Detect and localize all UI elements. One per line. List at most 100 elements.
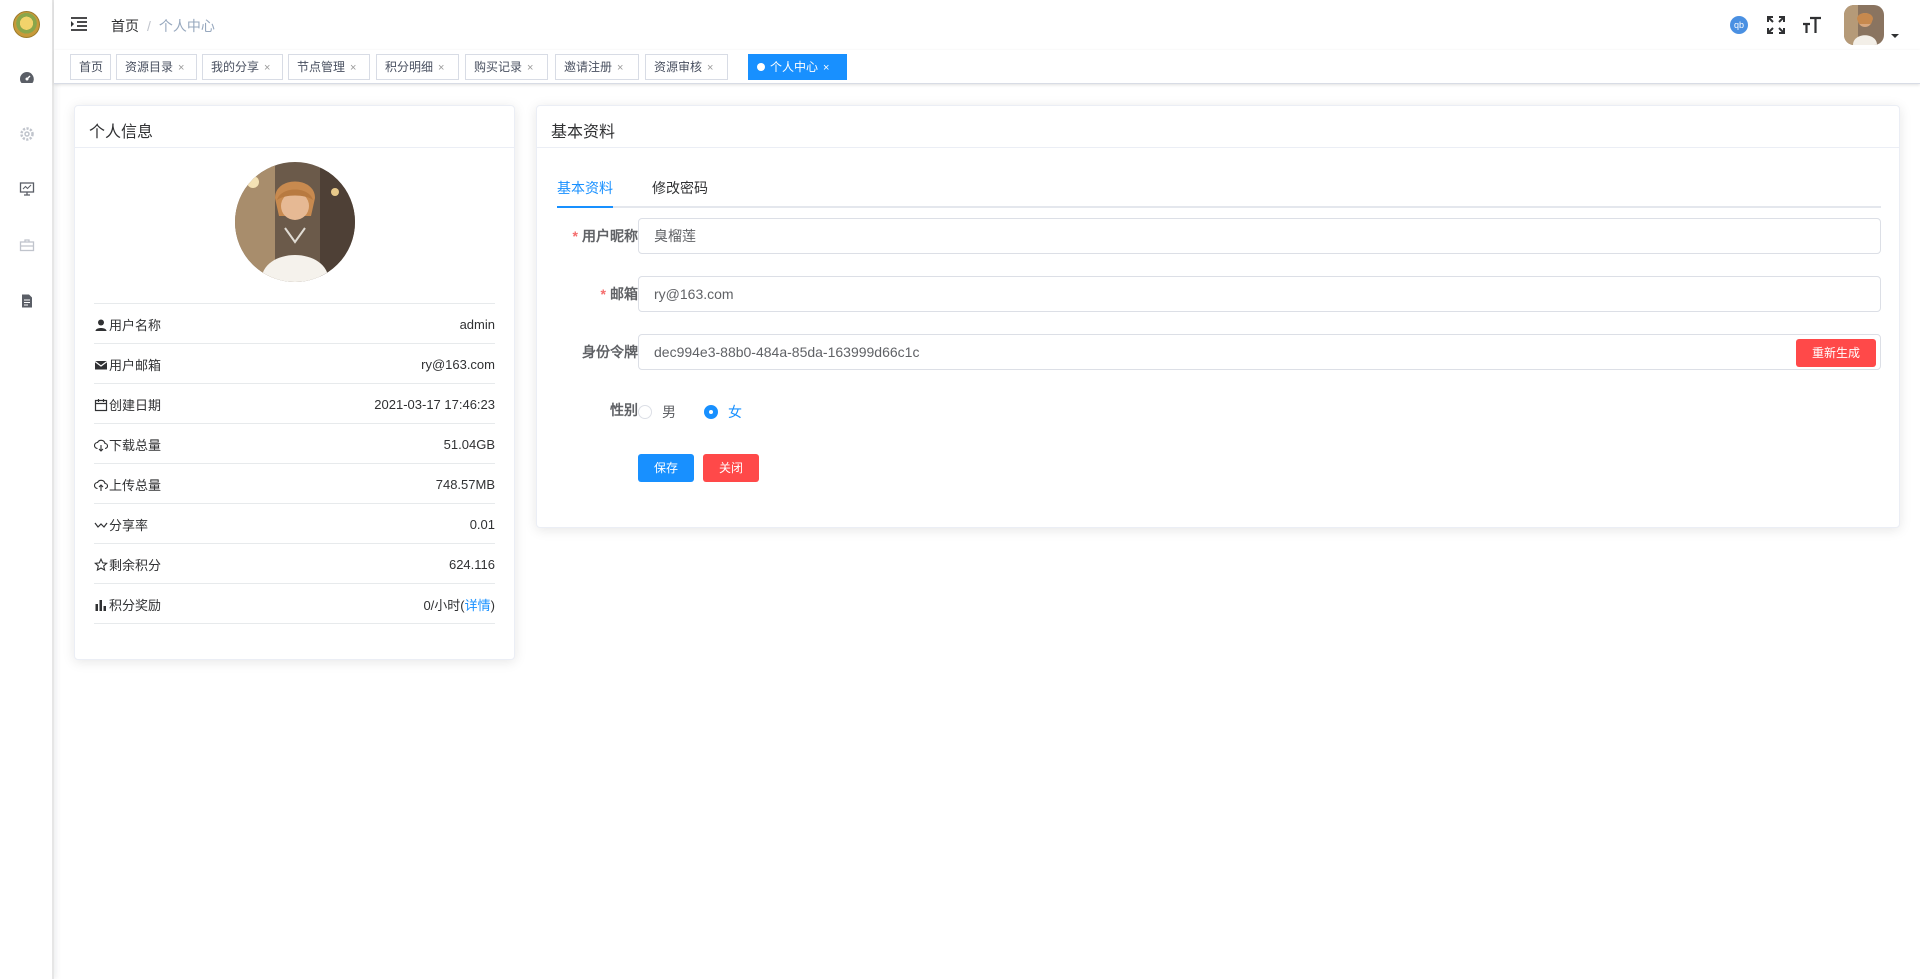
close-button[interactable]: 关闭 (703, 454, 759, 482)
required-mark: * (572, 228, 578, 244)
document-icon[interactable] (19, 293, 35, 309)
bar-chart-icon (94, 598, 108, 612)
nickname-row: * 用户昵称 臭榴莲 (557, 218, 1881, 254)
info-label-text: 剩余积分 (109, 558, 162, 573)
mail-icon (94, 358, 108, 372)
info-value: 51.04GB (443, 437, 495, 452)
close-icon[interactable]: × (617, 62, 623, 74)
tag-my-shares[interactable]: 我的分享 × (202, 54, 283, 80)
gender-radio-female[interactable]: 女 (704, 402, 742, 422)
logo[interactable] (13, 11, 40, 38)
info-label-text: 用户名称 (109, 318, 162, 333)
gender-label: 性别 (610, 402, 638, 418)
list-item: 用户名称 admin (94, 304, 495, 344)
token-label: 身份令牌 (582, 344, 638, 360)
radio-label: 男 (662, 404, 676, 420)
dashboard-icon[interactable] (19, 70, 35, 86)
required-mark: * (600, 286, 606, 302)
tag-label: 首页 (79, 60, 104, 74)
tag-label: 资源审核 (654, 60, 703, 74)
email-label: * 邮箱 (557, 276, 638, 312)
tag-personal-center[interactable]: 个人中心 × (748, 54, 847, 80)
list-item: 分享率 0.01 (94, 504, 495, 544)
tag-purchase-records[interactable]: 购买记录 × (465, 54, 548, 80)
regenerate-token-button[interactable]: 重新生成 (1796, 339, 1876, 367)
info-label: 剩余积分 (94, 555, 161, 574)
info-value: 624.116 (448, 557, 495, 572)
close-icon[interactable]: × (264, 62, 270, 74)
basic-info-card-title: 基本资料 (537, 106, 1899, 148)
info-label: 积分奖励 (94, 595, 161, 614)
save-button[interactable]: 保存 (638, 454, 694, 482)
navbar: 首页 / 个人中心 qb (54, 0, 1920, 50)
breadcrumb-current: 个人中心 (158, 18, 215, 34)
close-icon[interactable]: × (178, 62, 184, 74)
nickname-label: * 用户昵称 (557, 218, 638, 254)
tag-invite-register[interactable]: 邀请注册 × (555, 54, 639, 80)
info-value: ry@163.com (421, 357, 495, 372)
link-close-paren: ) (490, 598, 495, 613)
gender-radio-male[interactable]: 男 (638, 402, 676, 422)
font-size-icon[interactable] (1802, 15, 1822, 35)
monitor-icon[interactable] (19, 181, 35, 197)
tag-node-management[interactable]: 节点管理 × (288, 54, 370, 80)
info-label-text: 积分奖励 (109, 598, 162, 613)
info-value: 0.01 (469, 517, 495, 532)
list-item: 剩余积分 624.116 (94, 544, 495, 584)
gender-row: 性别 男 女 (557, 392, 1881, 428)
details-link[interactable]: 详情 (465, 598, 491, 613)
tab-basic-info[interactable]: 基本资料 (557, 178, 613, 198)
hamburger-icon[interactable] (70, 16, 88, 32)
token-row: 身份令牌 dec994e3-88b0-484a-85da-163999d66c1… (557, 334, 1881, 370)
briefcase-icon[interactable] (19, 237, 35, 253)
tab-change-password[interactable]: 修改密码 (652, 178, 708, 198)
qb-icon[interactable]: qb (1730, 16, 1748, 34)
active-tab-indicator (557, 206, 613, 208)
star-icon (94, 557, 108, 572)
close-icon[interactable]: × (823, 62, 829, 74)
fullscreen-icon[interactable] (1766, 15, 1786, 35)
basic-info-card: 基本资料 基本资料 修改密码 * 用户昵称 臭榴莲 * 邮箱 ry@163.com … (536, 105, 1900, 528)
radio-circle (704, 405, 718, 419)
radio-circle (638, 405, 652, 419)
list-item: 积分奖励 0/小时(详情) (94, 584, 495, 624)
profile-avatar[interactable] (235, 162, 355, 282)
profile-card: 个人信息 用户名称 admin 用户邮箱 ry@163.com 创建日期 202… (74, 105, 515, 660)
info-value: 748.57MB (435, 477, 495, 492)
profile-info-list: 用户名称 admin 用户邮箱 ry@163.com 创建日期 2021-03-… (94, 303, 495, 624)
list-item: 用户邮箱 ry@163.com (94, 344, 495, 384)
info-value: 0/小时(详情) (423, 595, 495, 614)
tag-points-detail[interactable]: 积分明细 × (376, 54, 459, 80)
token-input[interactable]: dec994e3-88b0-484a-85da-163999d66c1c 重新生… (638, 334, 1881, 370)
tag-label: 个人中心 (770, 60, 819, 74)
tags-view: 首页 资源目录 × 我的分享 × 节点管理 × 积分明细 × 购买记录 × 邀请注册 × 资… (54, 50, 1920, 84)
tag-home[interactable]: 首页 (70, 54, 111, 80)
info-label-text: 创建日期 (109, 398, 162, 413)
info-value: 2021-03-17 17:46:23 (374, 397, 495, 412)
tag-label: 购买记录 (474, 60, 523, 74)
info-label-text: 用户邮箱 (109, 358, 162, 373)
email-input[interactable]: ry@163.com (638, 276, 1881, 312)
info-label-text: 分享率 (109, 518, 149, 533)
nickname-label-text: 用户昵称 (582, 228, 638, 244)
close-icon[interactable]: × (707, 62, 713, 74)
breadcrumb-separator: / (147, 18, 151, 34)
info-label: 下载总量 (94, 435, 161, 454)
tag-resource-review[interactable]: 资源审核 × (645, 54, 728, 80)
close-icon[interactable]: × (438, 62, 444, 74)
chevron-down-icon[interactable] (1890, 31, 1900, 41)
gear-icon[interactable] (19, 126, 35, 142)
breadcrumb-home[interactable]: 首页 (111, 18, 139, 34)
user-icon (94, 318, 108, 332)
info-label: 分享率 (94, 515, 148, 534)
info-label-text: 上传总量 (109, 478, 162, 493)
info-label: 上传总量 (94, 475, 161, 494)
info-value: admin (459, 317, 495, 332)
tag-resource-catalog[interactable]: 资源目录 × (116, 54, 197, 80)
user-avatar[interactable] (1844, 5, 1884, 45)
info-label-text: 下载总量 (109, 438, 162, 453)
token-value: dec994e3-88b0-484a-85da-163999d66c1c (654, 344, 920, 360)
close-icon[interactable]: × (350, 62, 356, 74)
nickname-input[interactable]: 臭榴莲 (638, 218, 1881, 254)
close-icon[interactable]: × (527, 62, 533, 74)
